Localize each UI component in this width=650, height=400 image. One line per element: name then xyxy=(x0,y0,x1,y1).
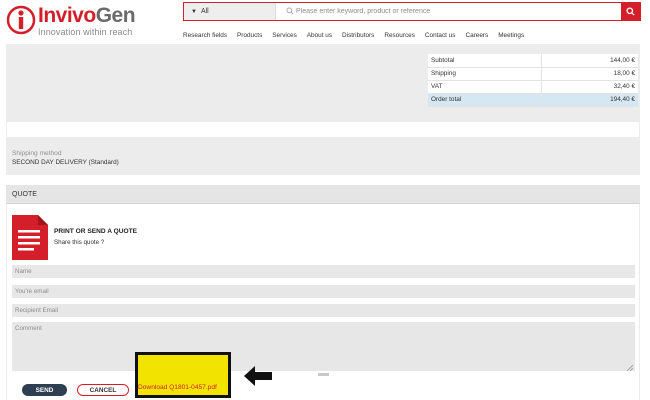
totals-value: 18,00 € xyxy=(540,67,638,81)
search-button[interactable] xyxy=(621,3,640,20)
totals-value: 32,40 € xyxy=(540,80,638,94)
table-row: Subtotal 144,00 € xyxy=(428,54,638,68)
invivogen-logo[interactable]: InvivoGen Innovation within reach xyxy=(6,3,146,39)
caret-down-icon: ▼ xyxy=(191,9,197,15)
totals-value: 144,00 € xyxy=(540,54,638,68)
comment-field[interactable] xyxy=(12,322,635,371)
name-field[interactable] xyxy=(12,265,635,278)
nav-careers[interactable]: Careers xyxy=(465,31,488,41)
main-nav: Research fields Products Services About … xyxy=(183,31,534,41)
print-quote-title: PRINT OR SEND A QUOTE xyxy=(54,228,138,235)
nav-services[interactable]: Services xyxy=(272,31,297,41)
nav-products[interactable]: Products xyxy=(237,31,262,41)
nav-research-fields[interactable]: Research fields xyxy=(183,31,227,41)
search-category-select[interactable]: ▼ All xyxy=(184,3,276,20)
your-email-field[interactable] xyxy=(12,285,635,298)
nav-contact-us[interactable]: Contact us xyxy=(425,31,456,41)
shipping-method-value: SECOND DAY DELIVERY (Standard) xyxy=(12,159,119,166)
quote-section-header: QUOTE xyxy=(6,185,640,204)
shipping-method-panel: Shipping method SECOND DAY DELIVERY (Sta… xyxy=(6,137,640,175)
search-bar: ▼ All xyxy=(183,2,641,21)
totals-label: Order total xyxy=(428,93,542,107)
order-total-value: 194,40 € xyxy=(540,93,638,107)
totals-label: Shipping xyxy=(428,67,542,81)
download-pdf-link[interactable]: Download Q1801-0457.pdf xyxy=(138,384,217,391)
recipient-email-field[interactable] xyxy=(12,304,635,317)
shipping-method-title: Shipping method xyxy=(12,150,62,157)
quote-heading: QUOTE xyxy=(12,191,37,198)
totals-label: Subtotal xyxy=(428,54,542,68)
table-row: VAT 32,40 € xyxy=(428,80,638,94)
download-highlight-box xyxy=(135,352,231,398)
search-input[interactable] xyxy=(282,3,612,20)
table-row: Shipping 18,00 € xyxy=(428,67,638,81)
site-header: InvivoGen Innovation within reach ▼All R… xyxy=(0,0,650,44)
nav-meetings[interactable]: Meetings xyxy=(498,31,524,41)
send-button[interactable]: SEND xyxy=(22,384,67,396)
order-totals-table: Subtotal 144,00 € Shipping 18,00 € VAT 3… xyxy=(428,54,638,107)
nav-resources[interactable]: Resources xyxy=(384,31,415,41)
order-total-row: Order total 194,40 € xyxy=(428,93,638,107)
scroll-handle[interactable] xyxy=(318,373,329,376)
nav-distributors[interactable]: Distributors xyxy=(342,31,374,41)
panel-spacer xyxy=(6,122,640,137)
print-quote-subtitle: Share this quote ? xyxy=(54,239,105,246)
cancel-button[interactable]: CANCEL xyxy=(77,384,129,396)
search-icon xyxy=(626,7,635,16)
arrow-left-icon xyxy=(244,366,272,386)
nav-about-us[interactable]: About us xyxy=(307,31,332,41)
logo-tagline: Innovation within reach xyxy=(38,27,133,37)
totals-label: VAT xyxy=(428,80,542,94)
logo-wordmark: InvivoGen xyxy=(38,4,136,27)
logo-mark-icon xyxy=(6,5,36,35)
pdf-document-icon xyxy=(12,215,48,260)
resize-handle-icon[interactable] xyxy=(626,364,633,371)
